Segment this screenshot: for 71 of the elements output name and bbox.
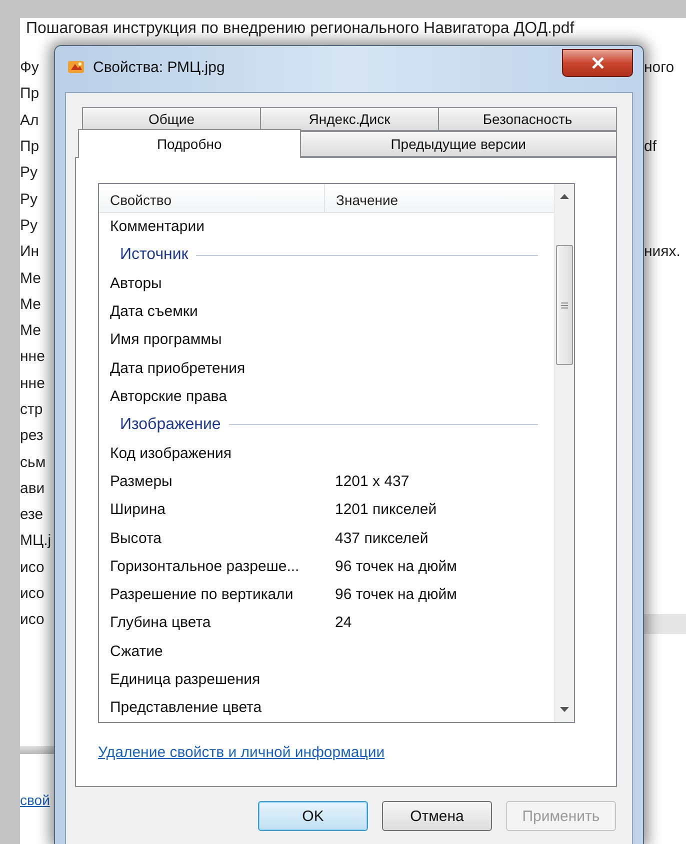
property-name: Разрешение по вертикали bbox=[109, 586, 294, 604]
tab[interactable]: Яндекс.Диск bbox=[260, 107, 439, 131]
property-value: 24 bbox=[334, 614, 352, 632]
property-name: Представление цвета bbox=[109, 699, 263, 716]
file-name[interactable]: Ин bbox=[20, 242, 40, 262]
horizontal-scrollbar[interactable] bbox=[644, 614, 686, 634]
column-header[interactable]: Значение bbox=[325, 184, 554, 212]
file-name[interactable]: Ру bbox=[20, 190, 38, 210]
property-name: Сжатие bbox=[109, 642, 164, 660]
file-name[interactable]: ниях. bbox=[644, 242, 680, 262]
property-name: Имя программы bbox=[109, 331, 223, 348]
tab[interactable]: Безопасность bbox=[438, 107, 617, 131]
property-name: Ширина bbox=[109, 501, 166, 518]
property-name: Размеры bbox=[109, 472, 174, 490]
file-name[interactable]: стр bbox=[20, 400, 43, 420]
file-name[interactable]: Пошаговая инструкция по внедрению регионального Навигатора ДОД.pdf bbox=[20, 18, 574, 45]
close-button[interactable] bbox=[562, 49, 633, 77]
property-name: Высота bbox=[109, 530, 163, 547]
property-name: Глубина цвета bbox=[109, 614, 212, 632]
up-arrow-icon[interactable] bbox=[560, 194, 569, 199]
file-name[interactable]: Пр bbox=[20, 84, 40, 104]
tab[interactable]: Общие bbox=[82, 107, 261, 131]
window-title: Свойства: РМЦ.jpg bbox=[93, 58, 226, 78]
scrollbar[interactable] bbox=[554, 184, 574, 722]
file-name[interactable]: езе bbox=[20, 505, 44, 526]
property-value: 1201 пикселей bbox=[334, 501, 437, 518]
group-heading: Источник bbox=[119, 246, 188, 264]
file-name[interactable]: исо bbox=[20, 558, 44, 578]
file-name[interactable]: исо bbox=[20, 584, 44, 604]
property-value: 437 пикселей bbox=[334, 530, 428, 547]
horizontal-scrollbar[interactable] bbox=[20, 746, 54, 754]
property-value: 96 точек на дюйм bbox=[334, 558, 457, 575]
dialog-button[interactable]: Отмена bbox=[382, 801, 492, 831]
property-value: 96 точек на дюйм bbox=[334, 586, 457, 604]
property-name: Дата приобретения bbox=[109, 360, 246, 377]
property-name: Горизонтальное разреше... bbox=[109, 558, 300, 575]
property-name: Код изображения bbox=[109, 444, 233, 462]
close-icon bbox=[590, 57, 604, 69]
file-name[interactable]: исо bbox=[20, 610, 44, 630]
property-value: 1201 x 437 bbox=[334, 472, 410, 490]
file-name[interactable]: нне bbox=[20, 374, 45, 394]
dialog-button[interactable]: OK bbox=[258, 801, 368, 831]
picture-file-icon bbox=[67, 58, 85, 76]
property-name: Авторские права bbox=[109, 388, 228, 406]
file-name[interactable]: рез bbox=[20, 426, 44, 446]
file-name[interactable]: Ме bbox=[20, 268, 42, 289]
file-name[interactable]: сьм bbox=[20, 452, 46, 473]
file-name[interactable]: Пр bbox=[20, 137, 40, 158]
property-name: Авторы bbox=[109, 274, 163, 292]
link[interactable]: свой bbox=[20, 792, 54, 808]
tab[interactable]: Подробно bbox=[78, 129, 301, 158]
down-arrow-icon[interactable] bbox=[560, 707, 569, 712]
tab[interactable]: Предыдущие версии bbox=[300, 131, 617, 157]
property-name: Дата съемки bbox=[109, 303, 199, 320]
file-name[interactable]: Ме bbox=[20, 294, 42, 315]
file-name[interactable]: Ал bbox=[20, 110, 39, 131]
file-name[interactable]: df bbox=[644, 137, 657, 158]
remove-properties-link[interactable]: Удаление свойств и личной информации bbox=[98, 744, 385, 761]
file-name[interactable]: нне bbox=[20, 347, 45, 368]
file-name[interactable]: Фу bbox=[20, 58, 39, 78]
file-name[interactable]: Ру bbox=[20, 216, 38, 236]
file-name[interactable]: Ру bbox=[20, 163, 38, 184]
column-header[interactable]: Свойство bbox=[99, 184, 325, 212]
property-name: Единица разрешения bbox=[109, 671, 262, 688]
property-name: Комментарии bbox=[109, 218, 206, 236]
file-name[interactable]: ного bbox=[644, 58, 674, 78]
file-name[interactable]: ави bbox=[20, 478, 45, 499]
file-name[interactable]: МЦ.j bbox=[20, 531, 52, 552]
file-name[interactable]: Ме bbox=[20, 321, 42, 342]
group-heading: Изображение bbox=[119, 416, 221, 434]
scrollbar-thumb[interactable] bbox=[556, 245, 573, 365]
